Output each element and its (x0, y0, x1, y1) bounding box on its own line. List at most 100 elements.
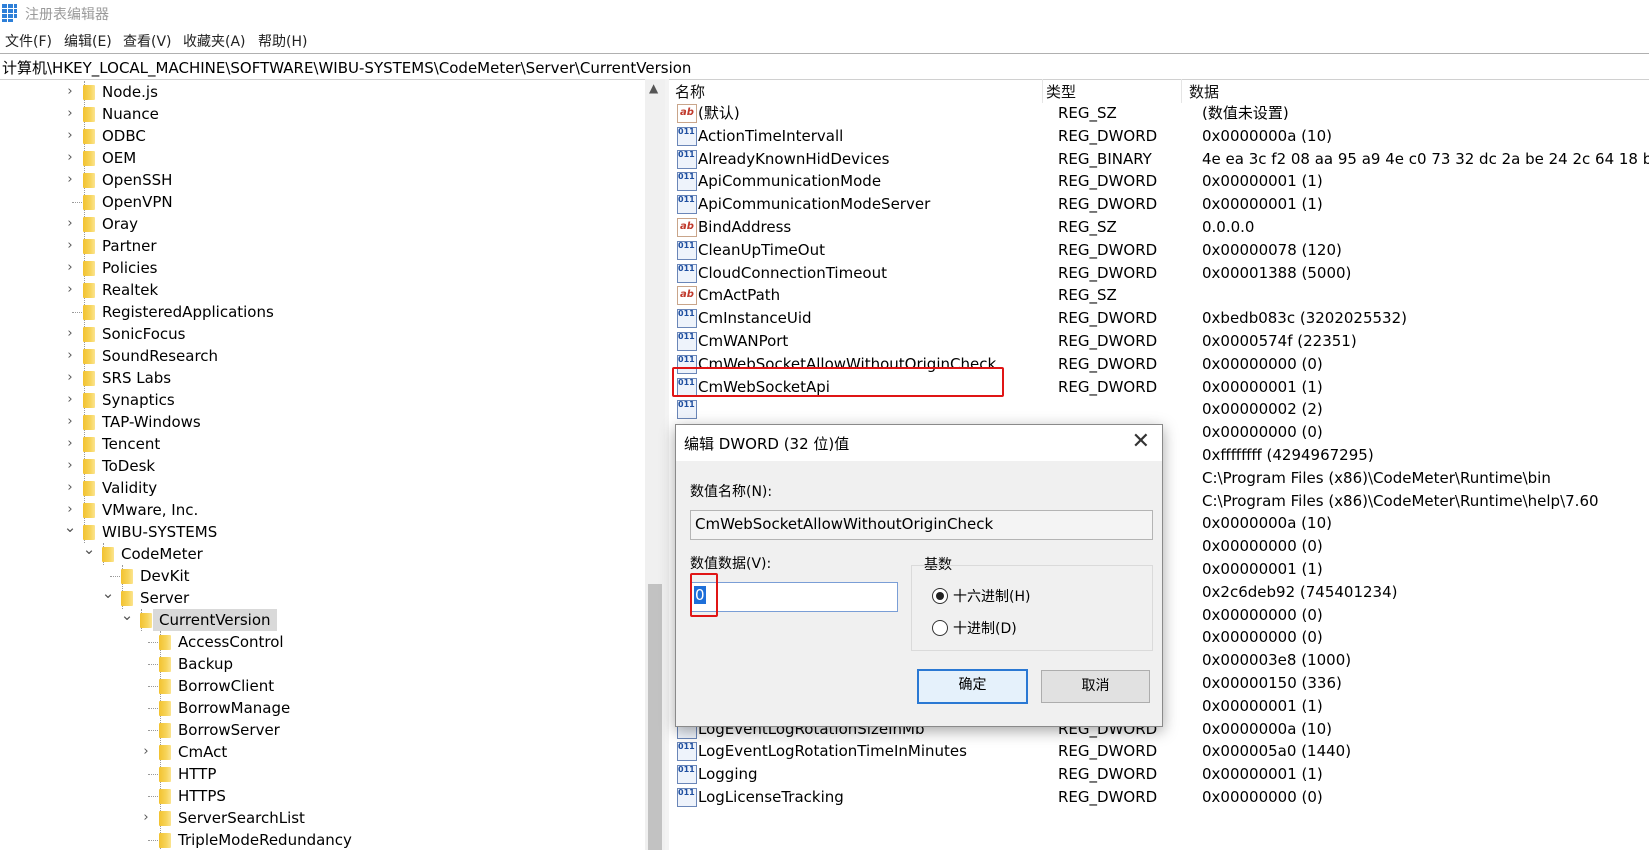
tree-item[interactable]: Backup (0, 653, 640, 675)
tree-item-label[interactable]: AccessControl (178, 631, 284, 653)
tree-item-label[interactable]: OpenSSH (102, 169, 172, 191)
menu-edit[interactable]: 编辑(E) (64, 31, 112, 51)
chevron-right-icon[interactable]: › (63, 147, 77, 169)
tree-item[interactable]: › Oray (0, 213, 640, 235)
tree-item[interactable]: › Synaptics (0, 389, 640, 411)
tree-item-label[interactable]: ServerSearchList (178, 807, 305, 829)
value-row[interactable]: 011 110ApiCommunicationModeServer REG_DWO… (669, 192, 1649, 216)
tree-item[interactable]: OpenVPN (0, 191, 640, 213)
tree-item-label[interactable]: TAP-Windows (102, 411, 201, 433)
tree-item[interactable]: RegisteredApplications (0, 301, 640, 323)
tree-item-label[interactable]: Partner (102, 235, 157, 257)
hex-radio-label[interactable]: 十六进制(H) (953, 586, 1030, 606)
value-row[interactable]: 011 110ActionTimeIntervall REG_DWORD 0x000… (669, 124, 1649, 148)
column-header-type[interactable]: 类型 (1046, 81, 1076, 102)
value-row[interactable]: ab CmActPath REG_SZ (669, 283, 1649, 307)
chevron-right-icon[interactable]: › (63, 279, 77, 301)
chevron-right-icon[interactable]: › (63, 455, 77, 477)
tree-item-label[interactable]: Validity (102, 477, 157, 499)
tree-item-label[interactable]: SRS Labs (102, 367, 171, 389)
value-row[interactable]: 011 110CleanUpTimeOut REG_DWORD 0x00000078… (669, 238, 1649, 262)
value-row[interactable]: 011 110LogEventLogRotationTimeInMinutes R… (669, 739, 1649, 763)
tree-item-label[interactable]: RegisteredApplications (102, 301, 274, 323)
tree-item[interactable]: HTTPS (0, 785, 640, 807)
value-row[interactable]: 011 110CmInstanceUid REG_DWORD 0xbedb083c … (669, 306, 1649, 330)
tree-item-label[interactable]: Realtek (102, 279, 158, 301)
menu-favorites[interactable]: 收藏夹(A) (183, 31, 246, 51)
chevron-right-icon[interactable]: › (63, 169, 77, 191)
tree-item[interactable]: › Policies (0, 257, 640, 279)
tree-item-label[interactable]: Server (140, 587, 189, 609)
chevron-down-icon[interactable]: ⌄ (82, 538, 96, 560)
chevron-right-icon[interactable]: › (63, 235, 77, 257)
chevron-right-icon[interactable]: › (63, 345, 77, 367)
scrollbar-thumb[interactable] (648, 584, 662, 850)
menu-help[interactable]: 帮助(H) (258, 31, 307, 51)
chevron-down-icon[interactable]: ⌄ (63, 516, 77, 538)
tree-item[interactable]: › Partner (0, 235, 640, 257)
dec-radio[interactable] (932, 620, 948, 636)
tree-item-label[interactable]: Synaptics (102, 389, 175, 411)
chevron-right-icon[interactable]: › (139, 807, 153, 829)
tree-item[interactable]: BorrowServer (0, 719, 640, 741)
value-row[interactable]: 011 110CloudConnectionTimeout REG_DWORD 0x… (669, 261, 1649, 285)
tree-item[interactable]: › VMware, Inc. (0, 499, 640, 521)
tree-item[interactable]: › SonicFocus (0, 323, 640, 345)
tree-item-label[interactable]: CmAct (178, 741, 227, 763)
tree-item-label[interactable]: CodeMeter (121, 543, 203, 565)
chevron-right-icon[interactable]: › (63, 389, 77, 411)
tree-item-label[interactable]: Policies (102, 257, 157, 279)
column-header-data[interactable]: 数据 (1189, 81, 1219, 102)
chevron-right-icon[interactable]: › (139, 741, 153, 763)
tree-item[interactable]: › OpenSSH (0, 169, 640, 191)
tree-item[interactable]: ⌄ CodeMeter (0, 540, 640, 565)
value-row[interactable]: 011 110AlreadyKnownHidDevices REG_BINARY 4… (669, 147, 1649, 171)
tree-item-label[interactable]: DevKit (140, 565, 190, 587)
tree-item-label[interactable]: OpenVPN (102, 191, 173, 213)
ok-button[interactable]: 确定 (917, 669, 1028, 704)
chevron-right-icon[interactable]: › (63, 125, 77, 147)
tree-item-label[interactable]: SoundResearch (102, 345, 218, 367)
scroll-up-arrow-icon[interactable]: ▲ (649, 81, 658, 95)
tree-item-label[interactable]: WIBU-SYSTEMS (102, 521, 217, 543)
value-row[interactable]: 011 110ApiCommunicationMode REG_DWORD 0x00… (669, 169, 1649, 193)
tree-item[interactable]: › ServerSearchList (0, 807, 640, 829)
tree-item[interactable]: DevKit (0, 565, 640, 587)
tree-item[interactable]: › Realtek (0, 279, 640, 301)
tree-item[interactable]: › Tencent (0, 433, 640, 455)
chevron-right-icon[interactable]: › (63, 367, 77, 389)
tree-item-label[interactable]: Tencent (102, 433, 160, 455)
tree-item-label[interactable]: HTTP (178, 763, 216, 785)
chevron-down-icon[interactable]: ⌄ (101, 582, 115, 604)
value-data-input[interactable]: 0 (690, 582, 898, 612)
value-row[interactable]: 011 110 0x00000002 (2) (669, 397, 1649, 421)
chevron-right-icon[interactable]: › (63, 477, 77, 499)
menu-view[interactable]: 查看(V) (123, 31, 172, 51)
chevron-right-icon[interactable]: › (63, 257, 77, 279)
tree-item-label[interactable]: CurrentVersion (153, 609, 277, 631)
tree-item-label[interactable]: BorrowClient (178, 675, 274, 697)
tree-item[interactable]: › ODBC (0, 125, 640, 147)
chevron-right-icon[interactable]: › (63, 411, 77, 433)
tree-item[interactable]: › SoundResearch (0, 345, 640, 367)
tree-item[interactable]: ⌄ CurrentVersion (0, 606, 640, 631)
column-header-name[interactable]: 名称 (675, 81, 705, 102)
menu-file[interactable]: 文件(F) (5, 31, 52, 51)
tree-item[interactable]: AccessControl (0, 631, 640, 653)
tree-item[interactable]: › CmAct (0, 741, 640, 763)
value-row[interactable]: 011 110LogLicenseTracking REG_DWORD 0x0000… (669, 785, 1649, 809)
hex-radio[interactable] (932, 588, 948, 604)
tree-item-label[interactable]: TripleModeRedundancy (178, 829, 352, 850)
cancel-button[interactable]: 取消 (1041, 670, 1150, 703)
tree-item[interactable]: › TAP-Windows (0, 411, 640, 433)
tree-item-label[interactable]: Oray (102, 213, 138, 235)
address-bar[interactable]: 计算机\HKEY_LOCAL_MACHINE\SOFTWARE\WIBU-SYS… (0, 53, 1649, 80)
tree-item-label[interactable]: ToDesk (102, 455, 155, 477)
chevron-down-icon[interactable]: ⌄ (120, 604, 134, 626)
tree-item[interactable]: › OEM (0, 147, 640, 169)
tree-item-label[interactable]: VMware, Inc. (102, 499, 198, 521)
tree-item[interactable]: HTTP (0, 763, 640, 785)
tree-item-label[interactable]: HTTPS (178, 785, 226, 807)
tree-item-label[interactable]: Node.js (102, 81, 158, 103)
column-divider[interactable] (1042, 79, 1043, 103)
